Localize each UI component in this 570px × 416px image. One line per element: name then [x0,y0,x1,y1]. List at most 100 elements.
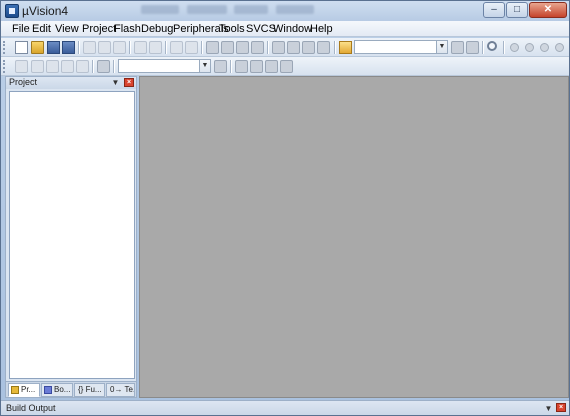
menu-debug[interactable]: Debug [141,23,173,35]
tab-project-label: Pr... [21,385,36,394]
toolbar-separator [267,41,268,54]
toolbar-separator [482,41,483,54]
menu-view[interactable]: View [55,23,79,35]
nav-forward-icon[interactable] [185,41,198,54]
target-select[interactable]: ▼ [118,59,211,73]
tab-books-label: Bo... [54,385,71,394]
toolbar-separator [165,41,166,54]
disable-breakpoint-icon[interactable] [540,43,549,52]
translate-icon[interactable] [15,60,28,73]
incremental-find-icon[interactable] [466,41,479,54]
debug-session-icon[interactable] [510,43,519,52]
toolbar-separator [230,60,231,73]
menu-file[interactable]: File [12,23,30,35]
insert-bookmark-icon[interactable] [206,41,219,54]
target-options-icon[interactable] [214,60,227,73]
prev-bookmark-icon[interactable] [221,41,234,54]
uncomment-icon[interactable] [317,41,330,54]
batch-build-icon[interactable] [61,60,74,73]
close-button[interactable]: ✕ [529,2,567,18]
tab-books[interactable]: Bo... [41,383,73,397]
breakpoint-icon[interactable] [525,43,534,52]
chevron-down-icon[interactable]: ▼ [436,41,447,53]
minimize-button[interactable]: – [483,2,505,18]
project-pane-title: Project [9,77,38,87]
menu-help[interactable]: Help [310,23,333,35]
menu-window[interactable]: Window [273,23,312,35]
cut-icon[interactable] [83,41,96,54]
find-combo[interactable]: ▼ [354,40,448,54]
window-title: µVision4 [22,4,69,18]
manage-components-icon[interactable] [250,60,263,73]
toolbar-grip[interactable] [3,60,6,73]
toolbar-separator [503,41,504,54]
nav-back-icon[interactable] [170,41,183,54]
paste-icon[interactable] [113,41,126,54]
comment-icon[interactable] [302,41,315,54]
build-icon[interactable] [31,60,44,73]
toolbar-separator [92,60,93,73]
manage-books-icon[interactable] [280,60,293,73]
blurred-title-text [141,5,179,14]
toolbar-separator [129,41,130,54]
pin-icon[interactable]: ▼ [544,404,553,413]
select-packs-icon[interactable] [265,60,278,73]
file-toolbar: ▼ [1,38,569,57]
find-icon[interactable] [451,41,464,54]
redo-icon[interactable] [149,41,162,54]
toolbar-separator [113,60,114,73]
uvision-logo-icon [5,4,19,18]
save-icon[interactable] [47,41,60,54]
blurred-title-text [276,5,314,14]
rebuild-icon[interactable] [46,60,59,73]
clear-bookmarks-icon[interactable] [251,41,264,54]
pin-icon[interactable]: ▼ [111,78,120,87]
toolbar-separator [334,41,335,54]
title-bar[interactable]: µVision4 – □ ✕ [1,1,569,21]
editor-area[interactable] [139,76,569,398]
download-icon[interactable] [97,60,110,73]
maximize-button[interactable]: □ [506,2,528,18]
tab-templates[interactable]: 0→ Te... [106,383,135,397]
toolbar-separator [201,41,202,54]
menu-flash[interactable]: Flash [114,23,141,35]
new-file-icon[interactable] [15,41,28,54]
unindent-icon[interactable] [287,41,300,54]
project-pane-header[interactable]: Project ▼ × [6,77,136,89]
project-icon [11,386,19,394]
build-output-bar[interactable]: Build Output ▼ × [1,400,569,415]
save-all-icon[interactable] [62,41,75,54]
find-in-files-icon[interactable] [339,41,352,54]
menu-svcs[interactable]: SVCS [246,23,276,35]
project-pane: Project ▼ × Pr... Bo... {} Fu... 0→ Te..… [5,76,137,398]
tab-functions[interactable]: {} Fu... [74,383,105,397]
project-tree[interactable] [9,91,135,379]
blurred-title-text [187,5,227,14]
copy-icon[interactable] [98,41,111,54]
undo-icon[interactable] [134,41,147,54]
build-output-title: Build Output [6,403,56,413]
chevron-down-icon[interactable]: ▼ [199,60,210,72]
blurred-title-text [234,5,268,14]
close-icon[interactable]: × [124,78,134,87]
next-bookmark-icon[interactable] [236,41,249,54]
toolbar-grip[interactable] [3,41,6,54]
indent-icon[interactable] [272,41,285,54]
menu-tools[interactable]: Tools [219,23,245,35]
kill-breakpoints-icon[interactable] [555,43,564,52]
app-window: µVision4 – □ ✕ File Edit View Project Fl… [0,0,570,416]
toolbar-separator [78,41,79,54]
search-icon[interactable] [487,41,497,51]
open-folder-icon[interactable] [31,41,44,54]
tab-functions-label: {} Fu... [78,385,102,394]
menu-project[interactable]: Project [82,23,116,35]
file-extensions-icon[interactable] [235,60,248,73]
build-toolbar: ▼ [1,57,569,76]
tab-templates-label: 0→ Te... [110,385,135,394]
project-pane-tabs: Pr... Bo... {} Fu... 0→ Te... [6,381,136,397]
menu-edit[interactable]: Edit [32,23,51,35]
stop-build-icon[interactable] [76,60,89,73]
close-icon[interactable]: × [556,403,566,412]
tab-project[interactable]: Pr... [8,383,40,397]
menu-bar: File Edit View Project Flash Debug Perip… [1,21,569,37]
